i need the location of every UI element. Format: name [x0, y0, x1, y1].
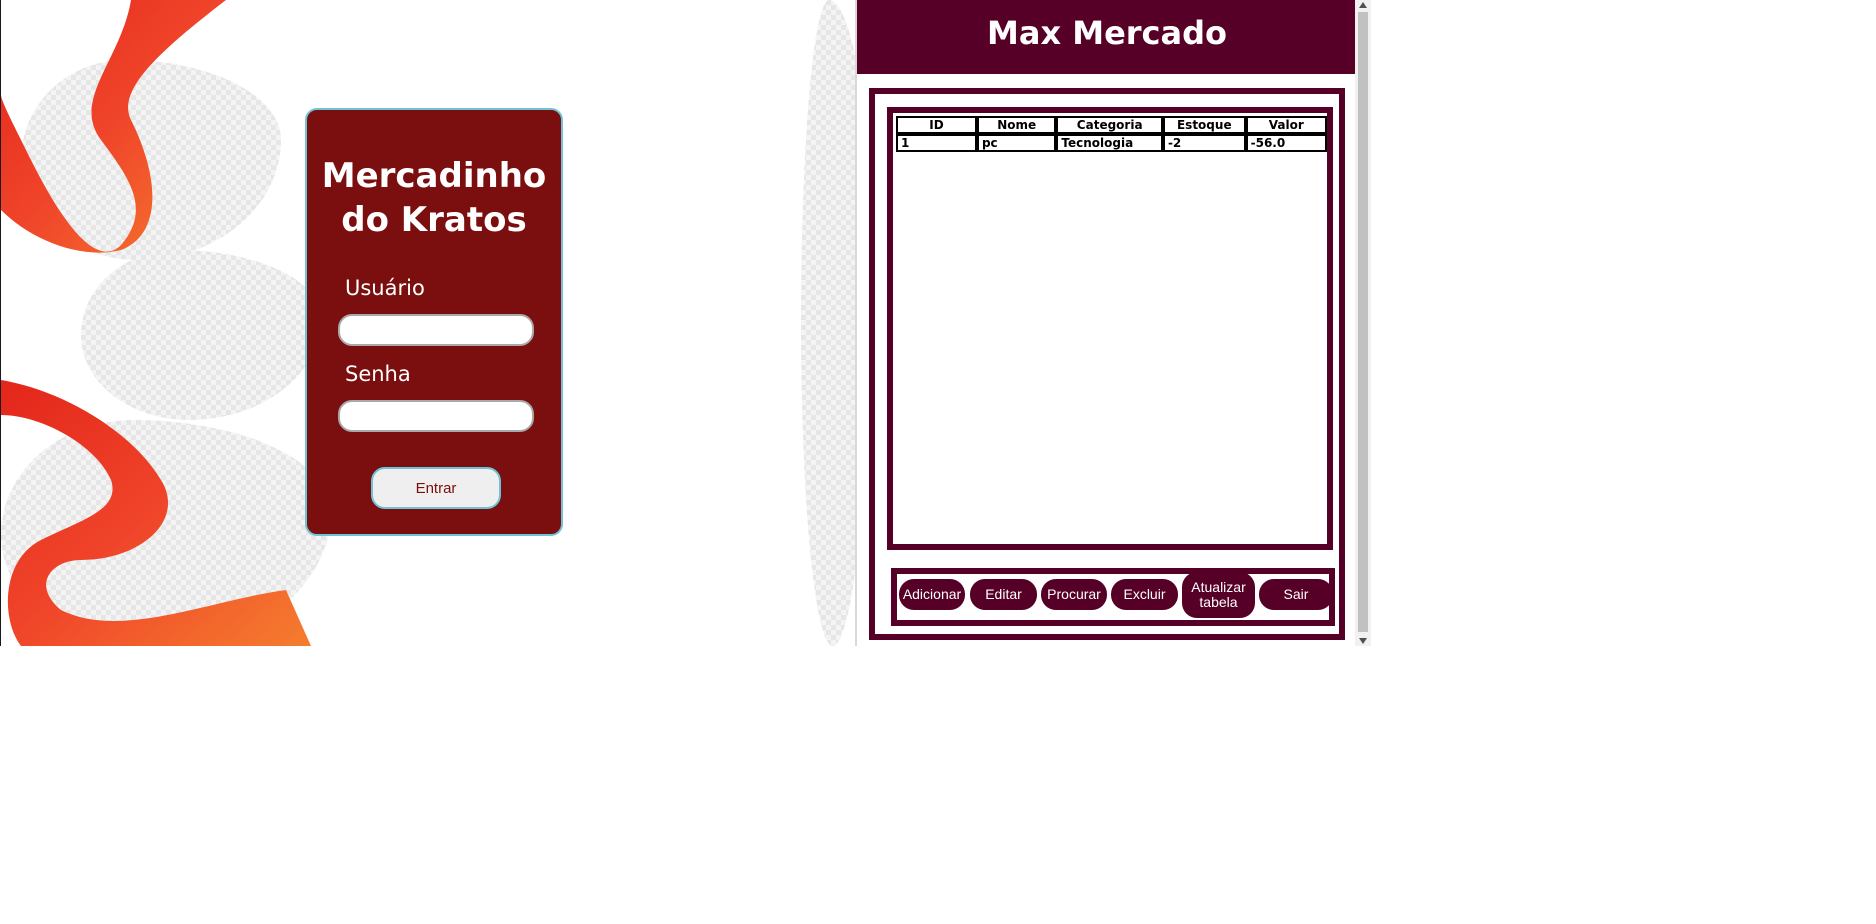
- scroll-thumb[interactable]: [1358, 12, 1368, 632]
- password-input[interactable]: [338, 400, 534, 432]
- red-ribbon-decoration: [1, 0, 311, 646]
- add-button[interactable]: Adicionar: [899, 579, 965, 610]
- store-window: Max Mercado ID Nome Categoria Estoque Va…: [855, 0, 1357, 646]
- refresh-label-line2: tabela: [1199, 594, 1238, 610]
- cell-valor[interactable]: -56.0: [1245, 134, 1327, 152]
- action-buttons-bar: Adicionar Editar Procurar Excluir Atuali…: [891, 568, 1335, 626]
- password-label: Senha: [345, 362, 411, 386]
- scroll-down-icon[interactable]: [1359, 638, 1367, 644]
- column-header-categoria[interactable]: Categoria: [1056, 116, 1163, 134]
- products-table: ID Nome Categoria Estoque Valor 1 pc Tec…: [896, 116, 1327, 152]
- exit-button[interactable]: Sair: [1259, 579, 1333, 610]
- column-header-valor[interactable]: Valor: [1245, 116, 1327, 134]
- store-panel: ID Nome Categoria Estoque Valor 1 pc Tec…: [869, 88, 1345, 640]
- column-header-id[interactable]: ID: [896, 116, 977, 134]
- login-card: Mercadinho do Kratos Usuário Senha Entra…: [305, 108, 563, 536]
- store-title: Max Mercado: [987, 14, 1227, 52]
- edit-button[interactable]: Editar: [970, 579, 1037, 610]
- user-label: Usuário: [345, 276, 425, 300]
- app-viewport: Mercadinho do Kratos Usuário Senha Entra…: [0, 0, 1371, 646]
- column-header-estoque[interactable]: Estoque: [1162, 116, 1246, 134]
- cell-estoque[interactable]: -2: [1162, 134, 1246, 152]
- delete-button[interactable]: Excluir: [1111, 579, 1178, 610]
- table-header-row: ID Nome Categoria Estoque Valor: [896, 116, 1327, 134]
- login-title: Mercadinho do Kratos: [307, 154, 561, 242]
- cell-nome[interactable]: pc: [976, 134, 1057, 152]
- cell-categoria[interactable]: Tecnologia: [1056, 134, 1163, 152]
- table-frame: ID Nome Categoria Estoque Valor 1 pc Tec…: [887, 107, 1333, 550]
- scroll-up-icon[interactable]: [1359, 2, 1367, 8]
- user-input[interactable]: [338, 314, 534, 346]
- login-title-line1: Mercadinho: [321, 156, 547, 196]
- cell-id[interactable]: 1: [896, 134, 977, 152]
- search-button[interactable]: Procurar: [1041, 579, 1107, 610]
- refresh-label-line1: Atualizar: [1191, 579, 1246, 595]
- refresh-table-button[interactable]: Atualizar tabela: [1182, 572, 1255, 618]
- enter-button[interactable]: Entrar: [371, 467, 501, 509]
- column-header-nome[interactable]: Nome: [976, 116, 1057, 134]
- vertical-scrollbar[interactable]: [1355, 0, 1371, 646]
- login-title-line2: do Kratos: [341, 200, 527, 240]
- store-header: Max Mercado: [857, 0, 1357, 74]
- table-row[interactable]: 1 pc Tecnologia -2 -56.0: [896, 134, 1327, 152]
